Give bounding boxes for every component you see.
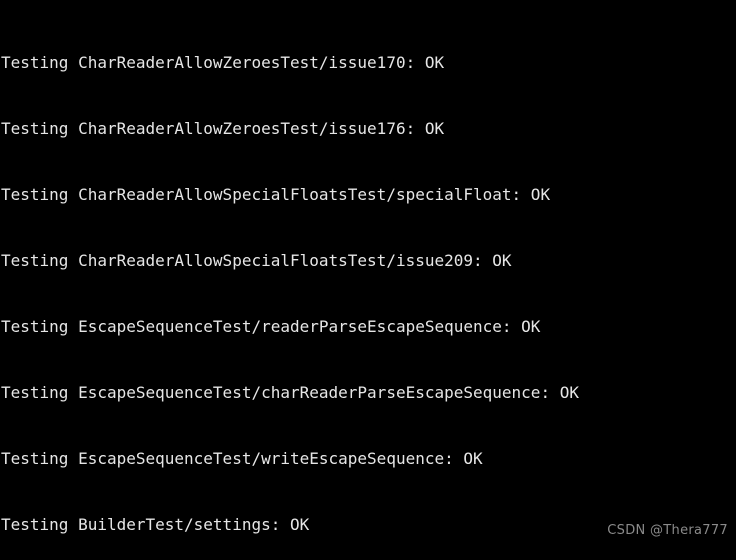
csdn-watermark: CSDN @Thera777 — [607, 523, 728, 538]
terminal-line: Testing CharReaderAllowZeroesTest/issue1… — [1, 53, 445, 72]
terminal-line: Testing CharReaderAllowSpecialFloatsTest… — [1, 185, 551, 204]
terminal-line: Testing EscapeSequenceTest/readerParseEs… — [1, 317, 541, 336]
terminal-line: Testing EscapeSequenceTest/charReaderPar… — [1, 383, 579, 402]
terminal-output-log: Testing CharReaderAllowZeroesTest/issue1… — [0, 0, 736, 560]
terminal-window[interactable]: Testing CharReaderAllowZeroesTest/issue1… — [0, 0, 736, 560]
terminal-line: Testing CharReaderAllowSpecialFloatsTest… — [1, 251, 512, 270]
terminal-line: Testing CharReaderAllowZeroesTest/issue1… — [1, 119, 445, 138]
terminal-line: Testing EscapeSequenceTest/writeEscapeSe… — [1, 449, 483, 468]
